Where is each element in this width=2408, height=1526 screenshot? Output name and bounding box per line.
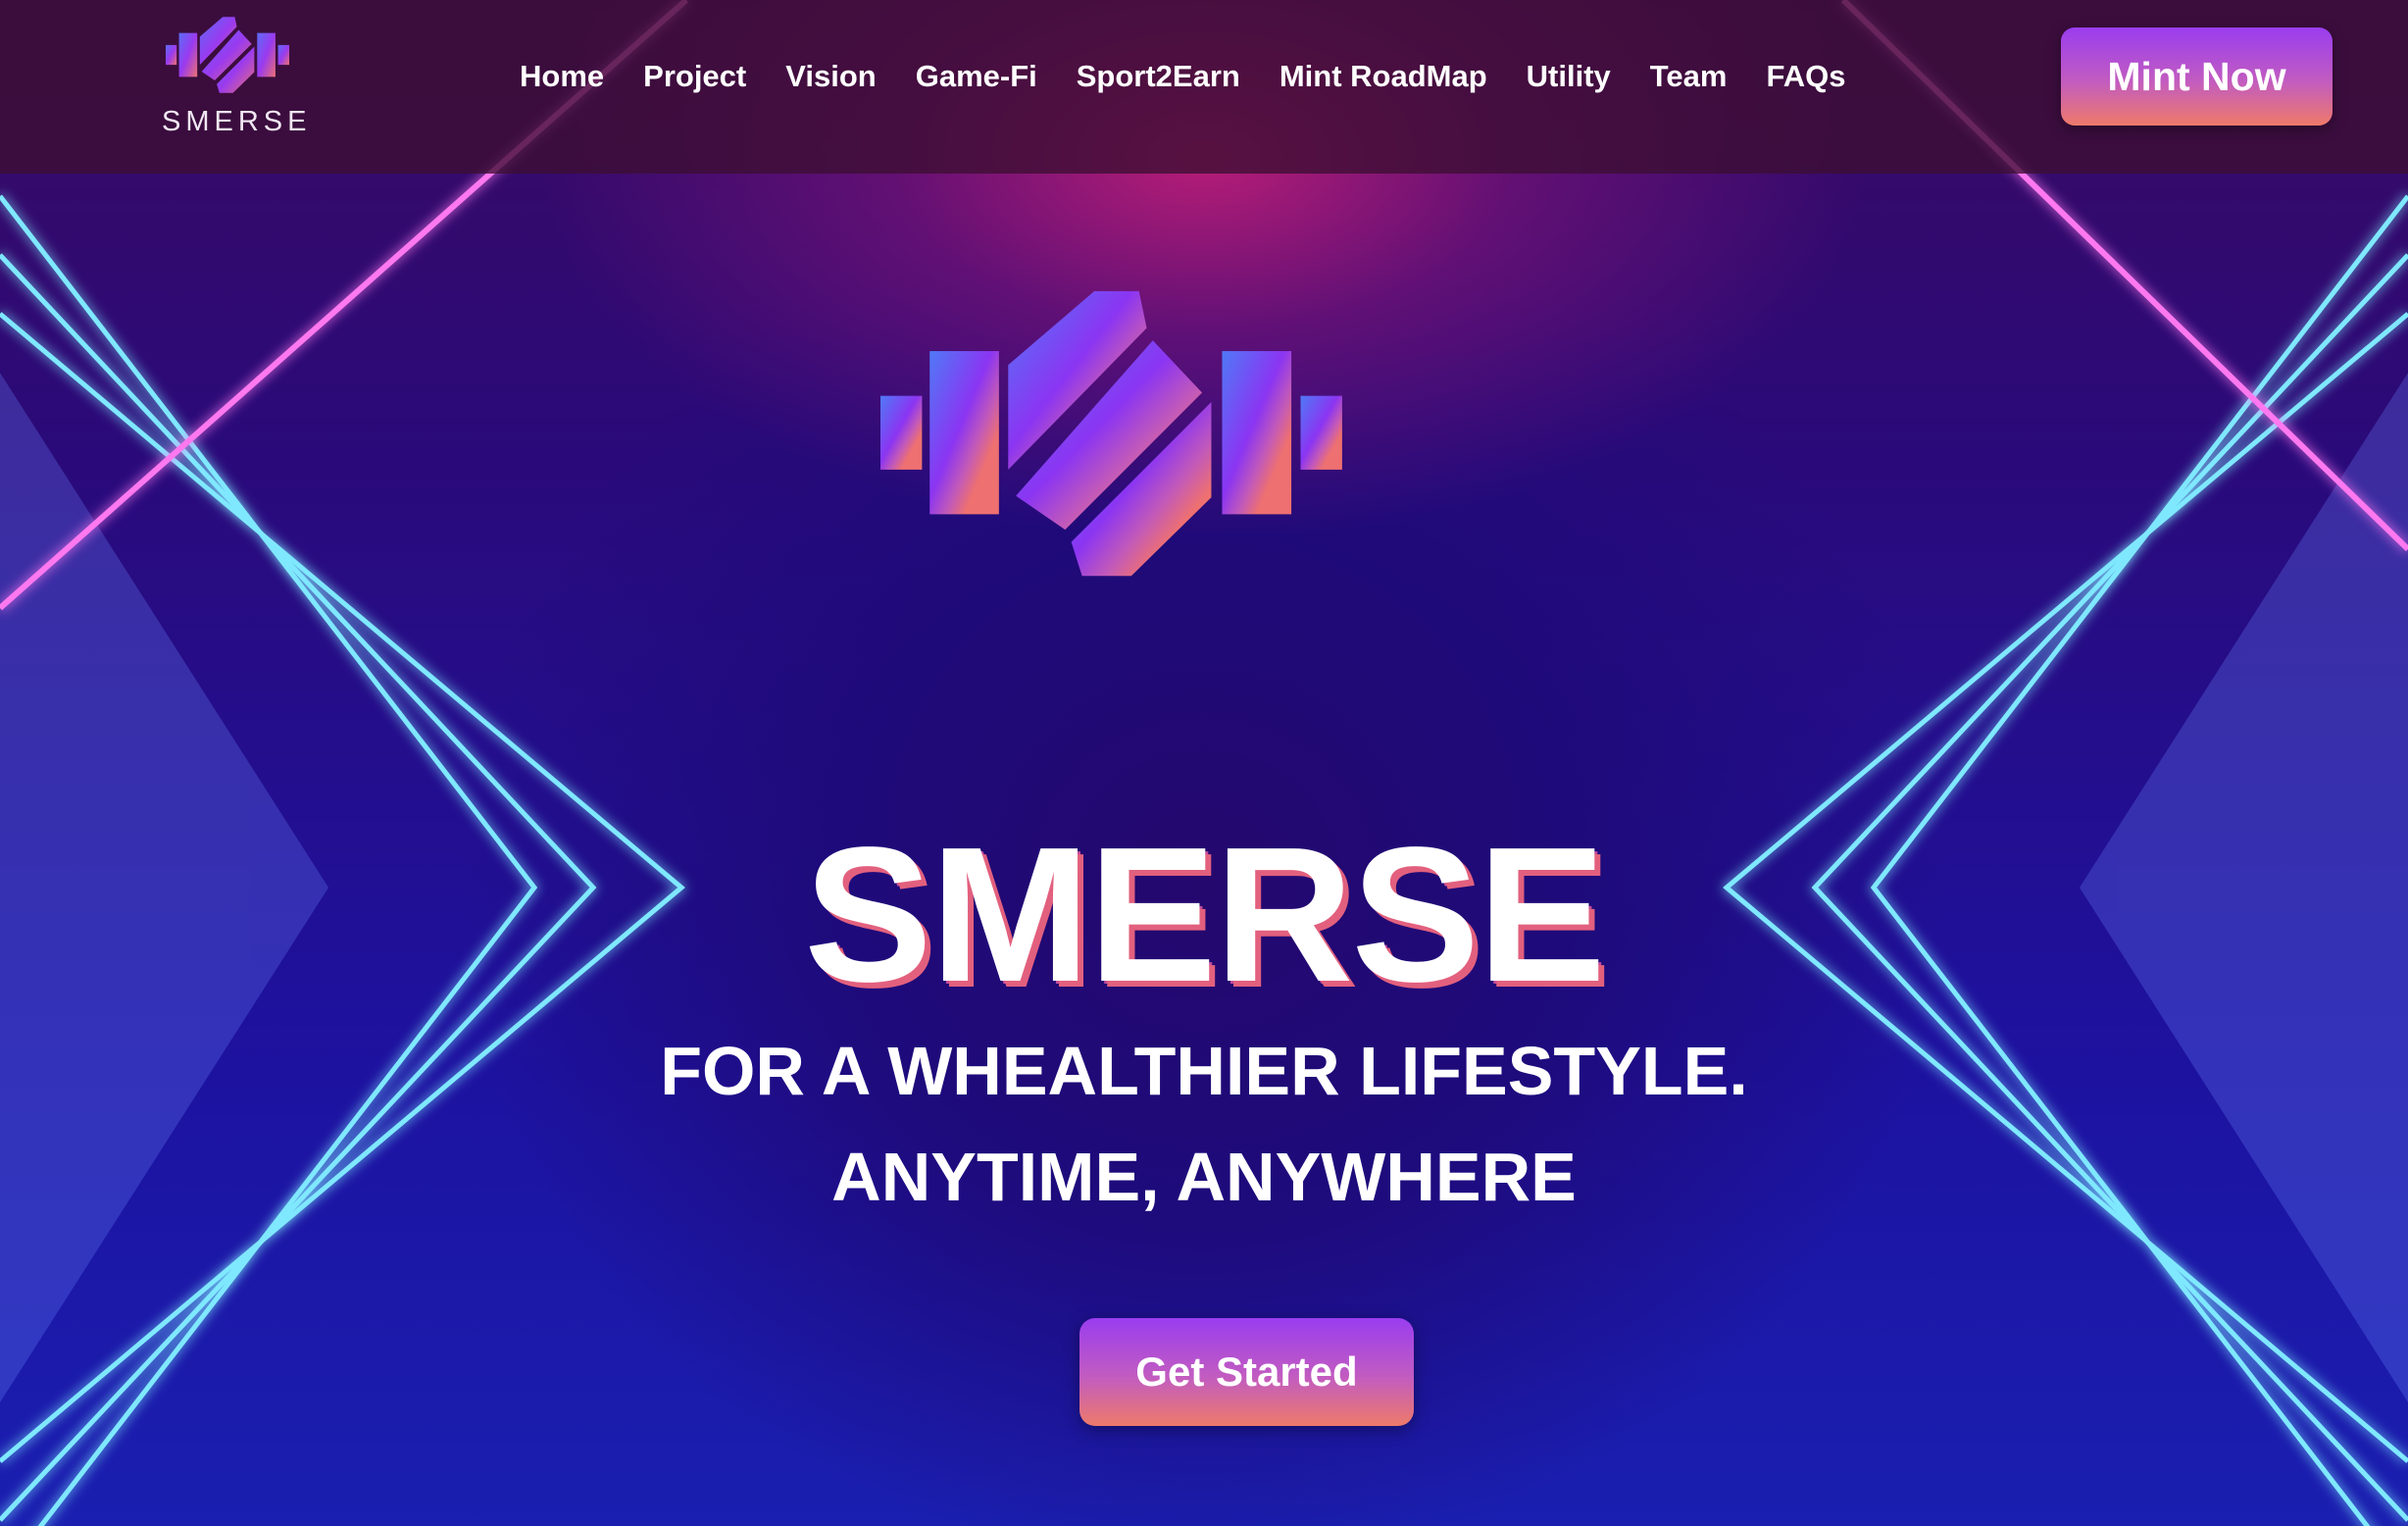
brand-name: SMERSE xyxy=(162,106,312,137)
top-navbar: SMERSE Home Project Vision Game-Fi Sport… xyxy=(0,0,2408,174)
smerse-logo-icon xyxy=(166,17,289,93)
neon-lines-decoration xyxy=(0,0,2408,1526)
nav-item-project[interactable]: Project xyxy=(624,51,766,102)
hero-logo xyxy=(880,290,1610,746)
nav-item-game-fi[interactable]: Game-Fi xyxy=(896,51,1057,102)
nav-item-faqs[interactable]: FAQs xyxy=(1746,51,1865,102)
hero-tagline-line2: ANYTIME, ANYWHERE xyxy=(831,1139,1577,1215)
brand-logo[interactable]: SMERSE xyxy=(162,16,312,143)
nav-item-utility[interactable]: Utility xyxy=(1507,51,1630,102)
hero-tagline-line1: FOR A WHEALTHIER LIFESTYLE. xyxy=(660,1033,1748,1109)
nav-item-mint-roadmap[interactable]: Mint RoadMap xyxy=(1260,51,1507,102)
nav-item-home[interactable]: Home xyxy=(500,51,624,102)
hero-title: SMERSE xyxy=(804,807,1606,1022)
smerse-dumbbell-icon xyxy=(880,290,1342,577)
get-started-button[interactable]: Get Started xyxy=(1079,1318,1414,1426)
nav-item-team[interactable]: Team xyxy=(1630,51,1747,102)
nav-item-sport2earn[interactable]: Sport2Earn xyxy=(1057,51,1260,102)
mint-now-button[interactable]: Mint Now xyxy=(2061,27,2333,126)
main-menu: Home Project Vision Game-Fi Sport2Earn M… xyxy=(500,51,1865,102)
nav-item-vision[interactable]: Vision xyxy=(766,51,895,102)
